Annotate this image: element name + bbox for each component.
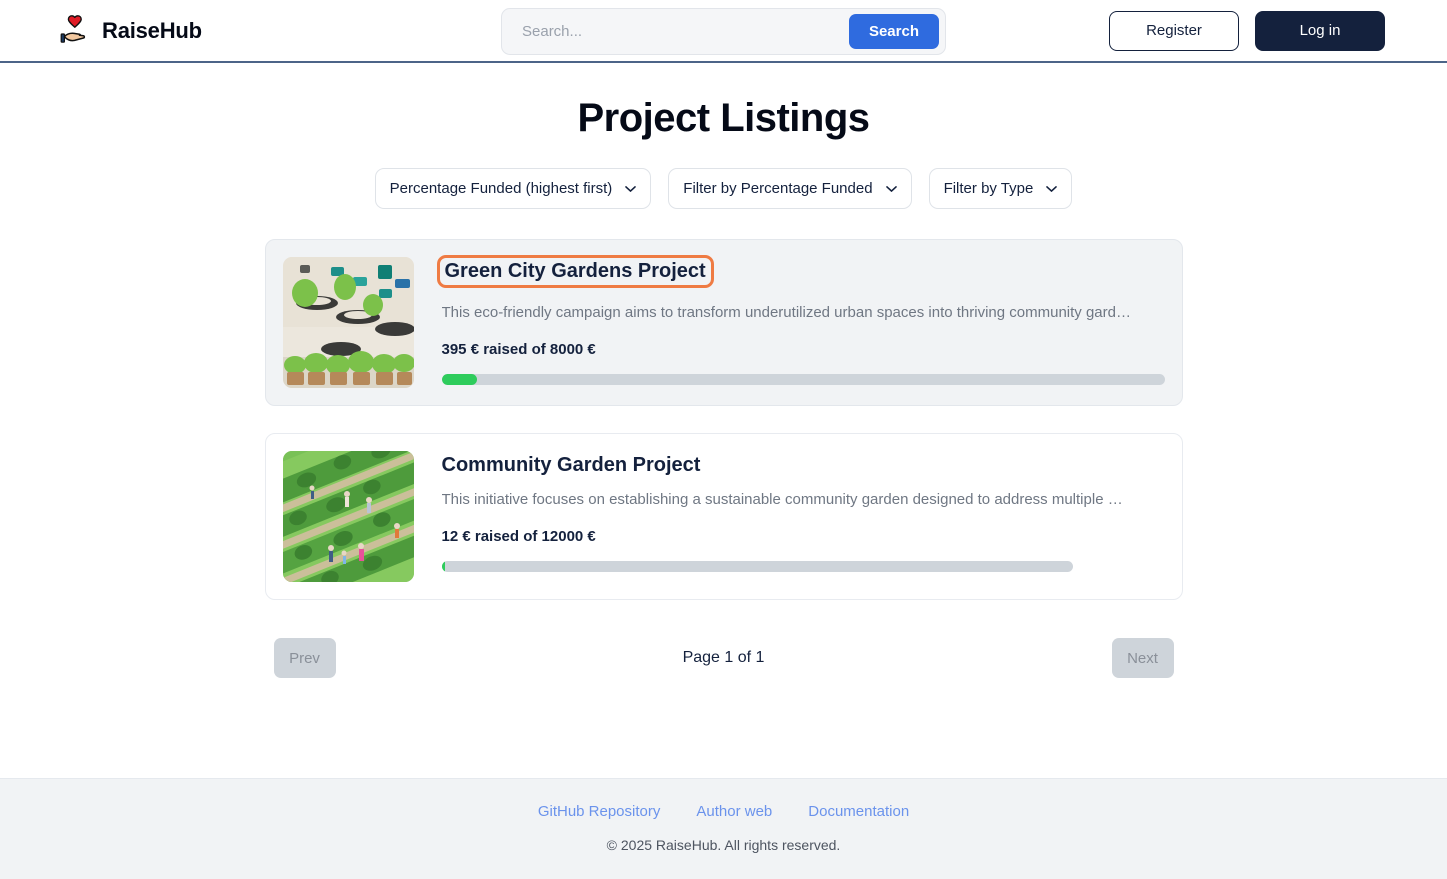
project-progress-fill [441, 561, 446, 572]
project-card[interactable]: Green City Gardens Project This eco-frie… [264, 239, 1183, 406]
project-card-body: Community Garden Project This initiative… [441, 451, 1165, 572]
type-filter-select[interactable]: Filter by Type [928, 168, 1073, 209]
main-content: Project Listings Percentage Funded (high… [0, 63, 1447, 778]
prev-page-button[interactable]: Prev [273, 638, 336, 678]
project-card[interactable]: Community Garden Project This initiative… [264, 433, 1183, 600]
site-footer: GitHub Repository Author web Documentati… [0, 778, 1447, 879]
filter-bar: Percentage Funded (highest first) Filter… [0, 168, 1447, 209]
footer-link-author[interactable]: Author web [696, 803, 772, 820]
site-header: RaiseHub Search Register Log in [0, 0, 1447, 63]
project-progress-bar [441, 374, 1165, 385]
project-raised-text: 12 € raised of 12000 € [441, 528, 596, 545]
project-thumbnail [282, 257, 414, 388]
percentage-filter-value: Filter by Percentage Funded [683, 180, 873, 197]
project-title-link[interactable]: Green City Gardens Project [436, 255, 714, 288]
project-progress-fill [441, 374, 477, 385]
pagination: Prev Page 1 of 1 Next [273, 638, 1174, 678]
hand-heart-icon [58, 14, 92, 48]
footer-links: GitHub Repository Author web Documentati… [0, 803, 1447, 820]
search-input[interactable] [502, 9, 849, 54]
brand-logo-link[interactable]: RaiseHub [58, 14, 202, 48]
copyright-text: © 2025 RaiseHub. All rights reserved. [606, 837, 841, 853]
project-list: Green City Gardens Project This eco-frie… [264, 239, 1183, 600]
login-button[interactable]: Log in [1255, 10, 1385, 51]
search-bar: Search [501, 8, 946, 55]
chevron-down-icon [1046, 185, 1058, 192]
project-progress-bar [441, 561, 1073, 572]
project-description: This eco-friendly campaign aims to trans… [441, 304, 1131, 321]
project-description: This initiative focuses on establishing … [441, 491, 1123, 508]
sort-select-value: Percentage Funded (highest first) [389, 180, 613, 197]
project-raised-text: 395 € raised of 8000 € [441, 341, 596, 358]
project-card-body: Green City Gardens Project This eco-frie… [436, 255, 1165, 385]
page-indicator: Page 1 of 1 [682, 649, 765, 666]
footer-link-documentation[interactable]: Documentation [808, 803, 909, 820]
percentage-filter-select[interactable]: Filter by Percentage Funded [668, 168, 912, 209]
register-button[interactable]: Register [1109, 10, 1239, 51]
type-filter-value: Filter by Type [943, 180, 1034, 197]
page-title: Project Listings [577, 96, 870, 140]
chevron-down-icon [625, 185, 637, 192]
search-button[interactable]: Search [848, 14, 939, 49]
auth-buttons: Register Log in [1109, 10, 1385, 51]
footer-link-github[interactable]: GitHub Repository [538, 803, 661, 820]
chevron-down-icon [885, 185, 897, 192]
project-title-link[interactable]: Community Garden Project [442, 454, 701, 477]
sort-select[interactable]: Percentage Funded (highest first) [374, 168, 652, 209]
project-thumbnail [282, 451, 414, 582]
brand-name: RaiseHub [102, 17, 202, 43]
next-page-button[interactable]: Next [1111, 638, 1174, 678]
